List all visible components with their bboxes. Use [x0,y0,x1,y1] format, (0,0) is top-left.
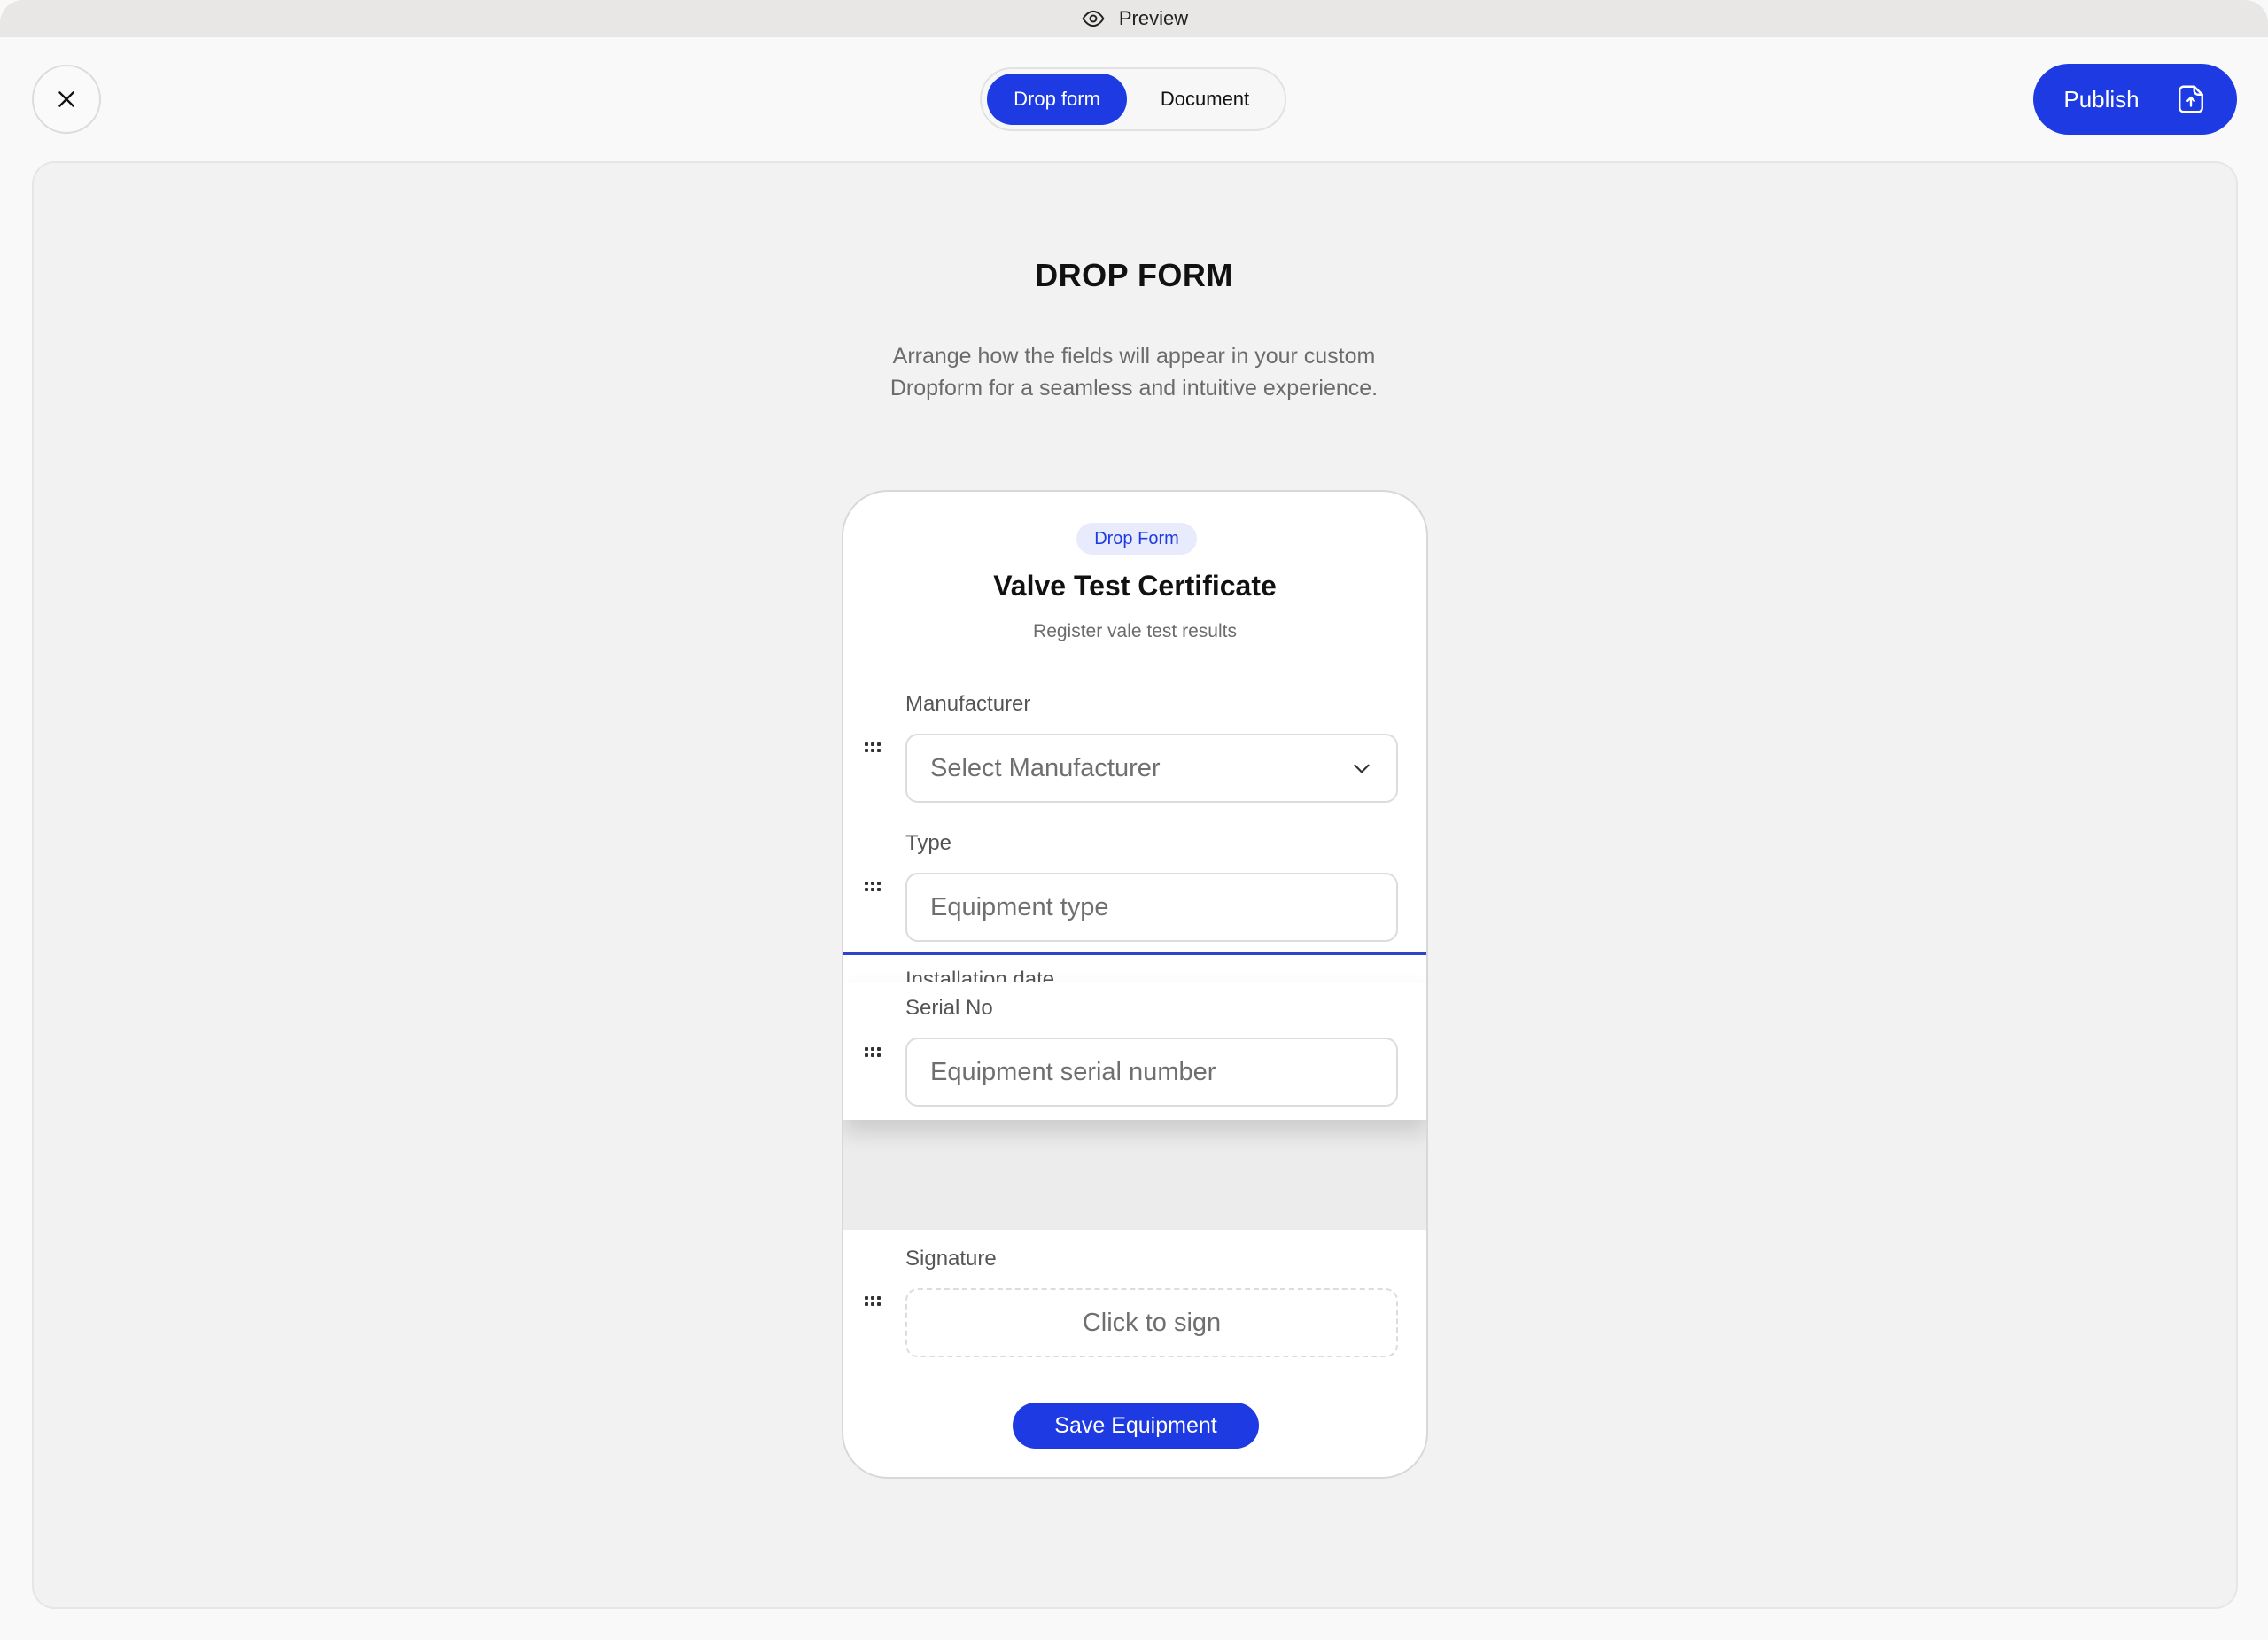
manufacturer-label: Manufacturer [905,692,1031,716]
mode-toggle: Drop form Document [980,67,1286,131]
signature-label: Signature [905,1247,997,1271]
chevron-down-icon [1350,757,1373,780]
page-title: DROP FORM [1035,257,1233,293]
tab-document[interactable]: Document [1130,74,1279,125]
manufacturer-placeholder: Select Manufacturer [930,753,1161,782]
signature-placeholder: Click to sign [1082,1308,1222,1337]
serial-no-label: Serial No [905,996,993,1020]
window-titlebar: Preview [0,0,2268,37]
dragged-field-serial-no[interactable]: Serial No Equipment serial number [843,982,1426,1120]
tab-drop-form[interactable]: Drop form [987,74,1128,125]
serial-no-placeholder: Equipment serial number [930,1057,1216,1086]
save-equipment-button[interactable]: Save Equipment [1013,1403,1259,1449]
form-badge: Drop Form [1076,523,1197,555]
signature-field[interactable]: Click to sign [905,1288,1398,1357]
form-preview: Drop Form Valve Test Certificate Registe… [842,490,1428,1479]
type-placeholder: Equipment type [930,892,1109,921]
window-title: Preview [1118,7,1189,29]
type-input[interactable]: Equipment type [905,873,1398,942]
close-icon [58,91,74,107]
publish-button[interactable]: Publish [2033,64,2237,135]
eye-icon [1080,5,1107,32]
drag-handle-icon[interactable] [865,882,881,892]
page-description: Arrange how the fields will appear in yo… [889,344,1379,400]
manufacturer-select[interactable]: Select Manufacturer [905,734,1398,803]
drop-placeholder [843,1120,1426,1230]
close-button[interactable] [32,65,101,134]
form-subtitle: Register vale test results [1033,621,1237,641]
drag-handle-icon[interactable] [865,1047,881,1058]
file-upload-icon [2178,85,2203,113]
drag-handle-icon[interactable] [865,742,881,753]
drag-handle-icon[interactable] [865,1296,881,1307]
publish-label: Publish [2063,85,2140,113]
drop-indicator [843,952,1426,955]
type-label: Type [905,831,952,855]
form-title: Valve Test Certificate [993,570,1277,602]
serial-no-input[interactable]: Equipment serial number [905,1038,1398,1107]
